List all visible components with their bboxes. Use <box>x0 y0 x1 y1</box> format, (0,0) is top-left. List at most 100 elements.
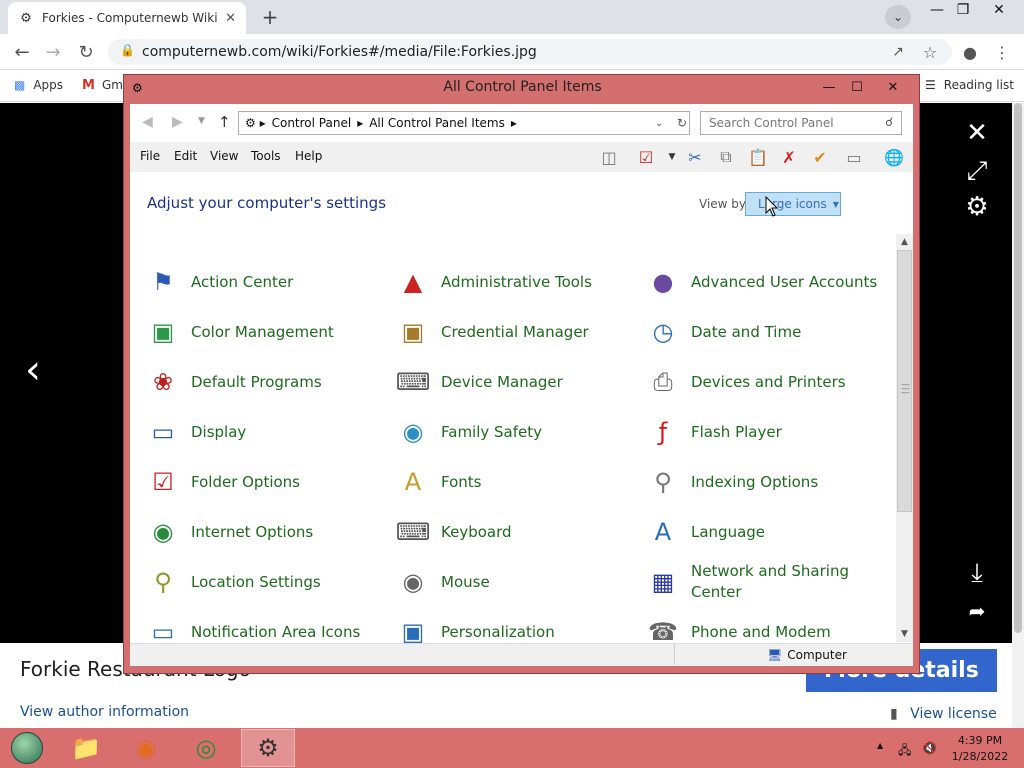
settings-gear-icon[interactable]: ⚙ <box>962 192 992 222</box>
printer-icon: ⎙ <box>653 368 673 396</box>
paste-icon[interactable]: 📋 <box>746 146 770 168</box>
previous-image-icon[interactable]: ‹ <box>18 347 48 393</box>
layout-pane-icon[interactable]: ◫ <box>597 146 621 168</box>
cp-item-default-programs[interactable]: ❀ Default Programs <box>146 362 386 402</box>
share-icon[interactable]: ↗ <box>885 40 911 64</box>
users-icon: ● <box>652 268 674 296</box>
gmail-icon: M <box>82 77 95 93</box>
bookmark-apps[interactable]: ▩ Apps <box>14 76 63 94</box>
view-license-link[interactable]: ▮ View license <box>890 706 997 722</box>
rename-icon[interactable]: ▭ <box>842 146 866 168</box>
flash-icon: ƒ <box>658 418 668 446</box>
cp-item-mouse[interactable]: ◉ Mouse <box>396 562 636 602</box>
profile-avatar-icon[interactable]: ● <box>957 40 983 64</box>
up-level-button[interactable]: ↑ <box>218 113 231 131</box>
search-icon[interactable]: ☌ <box>885 115 893 129</box>
nav-back-button[interactable]: ◀ <box>142 114 153 130</box>
scroll-up-icon[interactable]: ▲ <box>896 234 913 250</box>
cp-item-color-management[interactable]: ▣ Color Management <box>146 312 386 352</box>
window-close-button[interactable]: ✕ <box>872 77 914 97</box>
search-control-panel-input[interactable]: Search Control Panel ☌ <box>700 111 902 135</box>
download-icon[interactable]: ⤓ <box>962 558 992 588</box>
cp-item-internet-options[interactable]: ◉ Internet Options <box>146 512 386 552</box>
page-scrollbar[interactable] <box>1012 103 1024 728</box>
recent-locations-icon[interactable]: ▼ <box>198 116 205 126</box>
copy-icon[interactable]: ⧉ <box>714 146 738 168</box>
browser-menu-icon[interactable]: ⋮ <box>989 40 1015 64</box>
scroll-down-icon[interactable]: ▼ <box>896 626 913 642</box>
cp-item-device-manager[interactable]: ⌨ Device Manager <box>396 362 636 402</box>
cp-item-credential-manager[interactable]: ▣ Credential Manager <box>396 312 636 352</box>
page-scrollbar-thumb[interactable] <box>1014 103 1022 633</box>
menu-help[interactable]: Help <box>295 149 322 163</box>
window-maximize-button[interactable]: ☐ <box>844 77 870 97</box>
cp-item-administrative-tools[interactable]: ▲ Administrative Tools <box>396 262 636 302</box>
start-button[interactable] <box>0 729 54 767</box>
taskbar-control-panel[interactable]: ⚙ <box>241 729 295 767</box>
reload-button[interactable]: ↻ <box>73 40 99 64</box>
cp-item-label: Advanced User Accounts <box>691 272 878 291</box>
bookmark-star-icon[interactable]: ☆ <box>917 40 943 64</box>
taskbar-file-explorer[interactable]: 📁 <box>59 729 113 767</box>
cp-item-action-center[interactable]: ⚑ Action Center <box>146 262 386 302</box>
cp-item-flash-player[interactable]: ƒ Flash Player <box>646 412 890 452</box>
menu-edit[interactable]: Edit <box>174 149 197 163</box>
browser-close-button[interactable]: ✕ <box>982 0 1016 20</box>
address-bar[interactable]: 🔒 computernewb.com/wiki/Forkies#/media/F… <box>108 39 952 65</box>
cut-icon[interactable]: ✂ <box>683 146 707 168</box>
breadcrumb-control-panel[interactable]: Control Panel <box>272 116 352 130</box>
items-scrollbar[interactable]: ▲ — — — ▼ <box>896 234 913 642</box>
taskbar-chrome[interactable]: ◎ <box>179 729 233 767</box>
cp-item-devices-and-printers[interactable]: ⎙ Devices and Printers <box>646 362 890 402</box>
breadcrumb-all-items[interactable]: All Control Panel Items <box>369 116 505 130</box>
new-tab-button[interactable]: + <box>256 4 284 30</box>
show-hidden-icons[interactable]: ▲ <box>877 741 883 750</box>
address-refresh-icon[interactable]: ↻ <box>677 116 687 130</box>
menu-file[interactable]: File <box>140 149 160 163</box>
browser-restore-button[interactable]: ❐ <box>946 0 980 20</box>
close-tab-icon[interactable]: ✕ <box>225 11 236 26</box>
cp-item-family-safety[interactable]: ◉ Family Safety <box>396 412 636 452</box>
cp-item-location-settings[interactable]: ⚲ Location Settings <box>146 562 386 602</box>
items-scrollbar-thumb[interactable]: — — — <box>897 250 912 512</box>
cp-item-fonts[interactable]: A Fonts <box>396 462 636 502</box>
properties-check-icon[interactable]: ✔ <box>808 146 832 168</box>
reading-list[interactable]: ☰ Reading list <box>925 76 1014 94</box>
volume-muted-icon[interactable]: 🔇 <box>922 741 937 755</box>
cp-item-label: Folder Options <box>191 472 300 491</box>
browser-tab[interactable]: ⚙ Forkies - Computernewb Wiki ✕ <box>8 2 246 34</box>
cp-item-display[interactable]: ▭ Display <box>146 412 386 452</box>
folder-options-toolbar-icon[interactable]: ☑ <box>634 146 658 168</box>
fullscreen-icon[interactable]: ⤢ <box>962 156 992 186</box>
forward-button[interactable]: → <box>40 40 66 64</box>
taskbar-firefox[interactable]: ◉ <box>119 729 173 767</box>
breadcrumb-separator-icon: ▸ <box>357 116 364 130</box>
menu-tools[interactable]: Tools <box>251 149 281 163</box>
nav-forward-button[interactable]: ▶ <box>172 114 183 130</box>
cp-item-keyboard[interactable]: ⌨ Keyboard <box>396 512 636 552</box>
share-image-icon[interactable]: ➦ <box>962 596 992 626</box>
view-author-link[interactable]: View author information <box>20 704 189 720</box>
view-by-dropdown[interactable]: Large icons ▼ <box>745 192 841 216</box>
address-dropdown-icon[interactable]: ⌄ <box>655 118 663 129</box>
cp-item-label: Personalization <box>441 622 555 641</box>
close-viewer-icon[interactable]: ✕ <box>962 118 992 148</box>
menu-view[interactable]: View <box>210 149 238 163</box>
tab-search-button[interactable]: ⌄ <box>885 5 911 29</box>
back-button[interactable]: ← <box>9 40 35 64</box>
cp-item-indexing-options[interactable]: ⚲ Indexing Options <box>646 462 890 502</box>
network-tray-icon[interactable]: 🖧 <box>898 741 911 762</box>
system-clock[interactable]: 4:39 PM 1/28/2022 <box>951 733 1009 765</box>
network-globe-icon[interactable]: 🌐 <box>882 146 906 168</box>
cp-item-network-and-sharing-center[interactable]: ▦ Network and Sharing Center <box>646 562 890 602</box>
cp-item-folder-options[interactable]: ☑ Folder Options <box>146 462 386 502</box>
window-minimize-button[interactable]: — <box>816 77 842 97</box>
bookmark-gmail[interactable]: M Gm <box>82 76 123 94</box>
cp-item-date-and-time[interactable]: ◷ Date and Time <box>646 312 890 352</box>
toolbar-dropdown-icon[interactable]: ▼ <box>660 146 684 168</box>
address-breadcrumb[interactable]: ⚙ ▸ Control Panel ▸ All Control Panel It… <box>238 111 690 135</box>
delete-icon[interactable]: ✗ <box>777 146 801 168</box>
cp-item-language[interactable]: A Language <box>646 512 890 552</box>
cp-item-advanced-user-accounts[interactable]: ● Advanced User Accounts <box>646 262 890 302</box>
folder-options-icon: ☑ <box>152 468 174 496</box>
